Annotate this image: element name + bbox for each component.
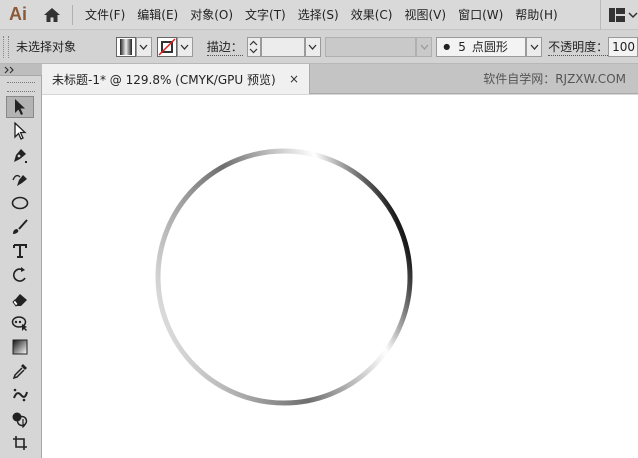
paintbrush-tool[interactable] <box>6 216 34 238</box>
paintbrush-icon <box>13 219 28 234</box>
stroke-weight-stepper[interactable] <box>246 36 261 57</box>
curvature-tool[interactable] <box>6 168 34 190</box>
type-t-icon <box>13 244 27 258</box>
eraser-icon <box>12 294 27 307</box>
pen-nib-icon <box>14 149 27 163</box>
variable-width-profile-field <box>324 36 417 57</box>
chevron-down-icon <box>530 44 539 50</box>
artwork-layer <box>155 148 413 406</box>
chevron-down-icon <box>139 44 148 50</box>
gradient-stroke-circle[interactable] <box>155 148 413 406</box>
puppet-warp-icon <box>11 316 27 331</box>
document-tab[interactable]: 未标题-1* @ 129.8% (CMYK/GPU 预览) × <box>42 64 310 94</box>
app-logo: Ai <box>9 4 27 24</box>
workspace-switcher[interactable] <box>600 0 638 30</box>
gradient-swatch-icon <box>12 339 28 355</box>
symbol-sprayer-tool[interactable] <box>6 384 34 406</box>
eyedropper-icon <box>12 364 27 380</box>
direct-selection-tool[interactable] <box>6 120 34 142</box>
control-bar-grip[interactable] <box>3 35 9 58</box>
menu-bar: Ai 文件(F) 编辑(E) 对象(O) 文字(T) 选择(S) 效果(C) 视… <box>0 0 638 30</box>
home-button[interactable] <box>36 0 68 30</box>
menu-select[interactable]: 选择(S) <box>292 0 345 30</box>
stroke-label[interactable]: 描边： <box>206 38 243 56</box>
brush-definition-field[interactable]: ● 5 点圆形 <box>436 36 527 57</box>
workspace-layout-icon <box>609 8 625 22</box>
puppet-warp-tool[interactable] <box>6 312 34 334</box>
chevron-down-icon <box>628 12 638 19</box>
stroke-weight-field[interactable] <box>260 36 305 57</box>
selection-arrow-icon <box>15 99 25 115</box>
artboard-canvas[interactable] <box>42 95 638 458</box>
menu-file[interactable]: 文件(F) <box>79 0 131 30</box>
menu-edit[interactable]: 编辑(E) <box>131 0 184 30</box>
shape-builder-icon <box>12 412 28 428</box>
brush-name: 点圆形 <box>471 40 508 54</box>
artboard-tool[interactable] <box>6 432 34 454</box>
no-stroke-icon <box>158 37 176 56</box>
opacity-field[interactable]: 100 <box>608 36 638 57</box>
gradient-fill-icon <box>119 38 132 55</box>
chevron-down-icon <box>180 44 189 50</box>
tools-panel-grip[interactable] <box>7 82 35 92</box>
tools-panel-header[interactable] <box>0 64 42 76</box>
eraser-tool[interactable] <box>6 288 34 310</box>
opacity-label[interactable]: 不透明度： <box>548 38 609 56</box>
rotate-icon <box>12 267 26 282</box>
home-icon <box>44 7 60 22</box>
menu-type[interactable]: 文字(T) <box>239 0 292 30</box>
selection-status: 未选择对象 <box>15 40 76 54</box>
menu-window[interactable]: 窗口(W) <box>452 0 509 30</box>
round-brush-dot-icon: ● <box>443 42 451 51</box>
artboard-icon <box>13 436 27 450</box>
fill-swatch[interactable] <box>115 36 136 57</box>
control-bar: 未选择对象 描边： ● 5 点圆形 不透明度： 100 <box>0 30 638 64</box>
menu-object[interactable]: 对象(O) <box>184 0 239 30</box>
menu-effect[interactable]: 效果(C) <box>345 0 399 30</box>
close-tab-button[interactable]: × <box>289 72 299 86</box>
ellipse-tool[interactable] <box>6 192 34 214</box>
stroke-swatch[interactable] <box>156 36 177 57</box>
eyedropper-tool[interactable] <box>6 360 34 382</box>
type-tool[interactable] <box>6 240 34 262</box>
chevron-down-icon <box>420 44 429 50</box>
symbol-sprayer-icon <box>13 388 28 402</box>
stroke-dropdown[interactable] <box>176 36 193 57</box>
menu-view[interactable]: 视图(V) <box>398 0 452 30</box>
site-watermark: 软件自学网：RJZXW.COM <box>483 72 626 86</box>
selection-tool[interactable] <box>6 96 34 118</box>
menu-help[interactable]: 帮助(H) <box>509 0 563 30</box>
pen-tool[interactable] <box>6 144 34 166</box>
menu-separator <box>72 4 73 25</box>
stepper-arrows-icon <box>249 40 258 53</box>
document-tab-bar: 未标题-1* @ 129.8% (CMYK/GPU 预览) × 软件自学网：RJ… <box>42 64 638 94</box>
fill-dropdown[interactable] <box>135 36 152 57</box>
shape-builder-tool[interactable] <box>6 408 34 430</box>
brush-definition-dropdown[interactable] <box>526 36 543 57</box>
direct-selection-arrow-icon <box>14 122 27 140</box>
rotate-tool[interactable] <box>6 264 34 286</box>
gradient-tool[interactable] <box>6 336 34 358</box>
chevron-down-icon <box>308 44 317 50</box>
tools-panel <box>0 76 42 458</box>
ellipse-icon <box>11 196 29 210</box>
document-tab-title: 未标题-1* @ 129.8% (CMYK/GPU 预览) <box>52 72 276 87</box>
stroke-weight-dropdown[interactable] <box>304 36 321 57</box>
brush-size: 5 <box>458 39 466 54</box>
curvature-pen-icon <box>12 174 27 186</box>
variable-width-profile-dropdown <box>416 36 433 57</box>
expand-panel-icon <box>4 66 14 74</box>
